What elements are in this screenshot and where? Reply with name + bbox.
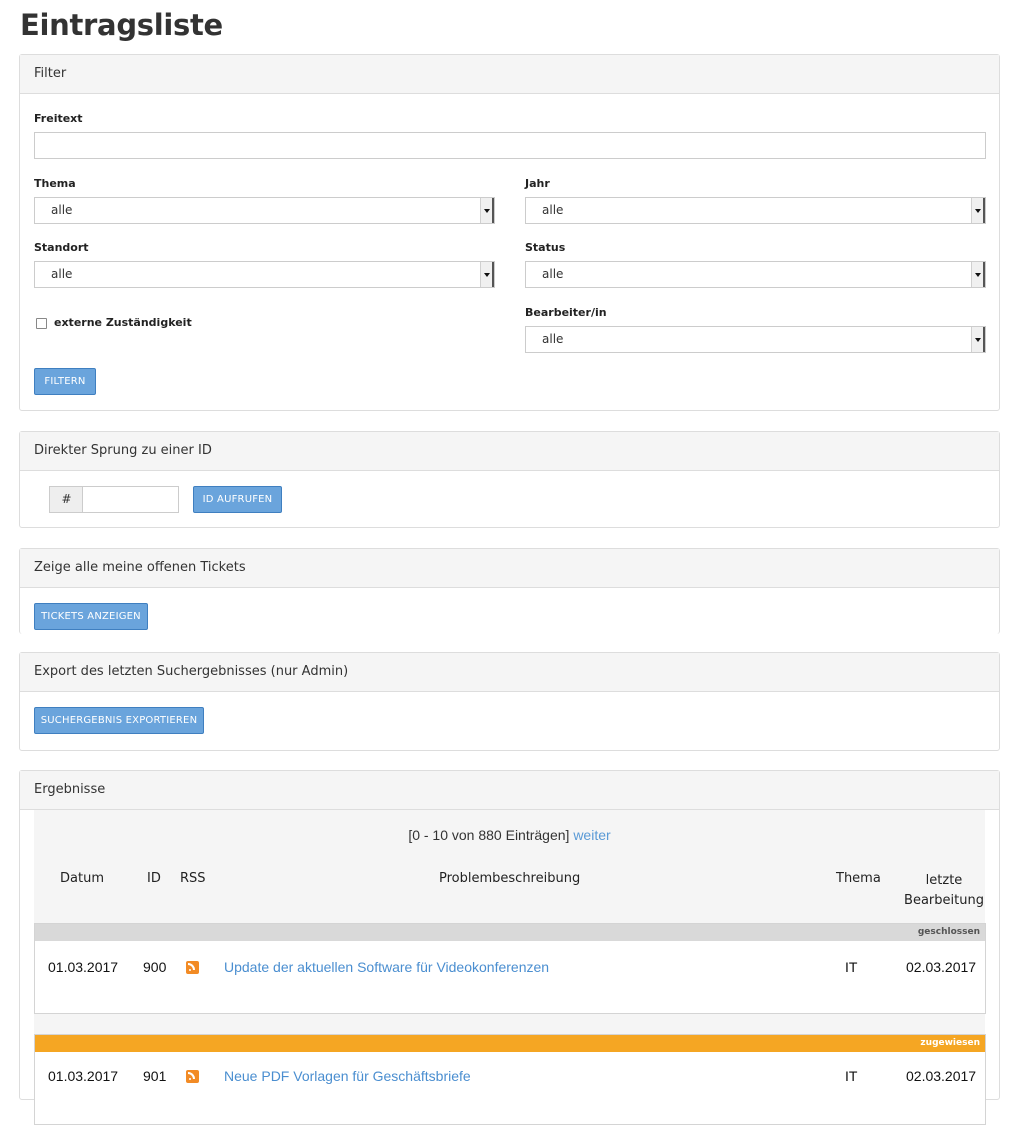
page-title: Eintragsliste bbox=[20, 8, 223, 42]
column-id[interactable]: ID bbox=[147, 871, 161, 886]
status-label: Status bbox=[525, 241, 566, 254]
jahr-select[interactable]: alle bbox=[525, 197, 986, 224]
thema-label: Thema bbox=[34, 177, 76, 190]
bearbeiter-label: Bearbeiter/in bbox=[525, 306, 607, 319]
status-select-value: alle bbox=[542, 267, 564, 281]
standort-select[interactable]: alle bbox=[34, 261, 495, 288]
export-panel-heading: Export des letzten Suchergebnisses (nur … bbox=[20, 653, 999, 692]
row-datum: 01.03.2017 bbox=[48, 1068, 119, 1084]
rss-icon[interactable] bbox=[186, 961, 199, 974]
thema-select[interactable]: alle bbox=[34, 197, 495, 224]
table-row[interactable]: geschlossen 01.03.2017 900 Update der ak… bbox=[34, 923, 986, 1014]
chevron-down-icon bbox=[971, 198, 985, 223]
filter-panel-heading: Filter bbox=[20, 55, 999, 94]
filter-panel: Filter Freitext Thema alle Jahr alle Sta… bbox=[19, 54, 1000, 411]
column-letzte-line1: letzte bbox=[925, 873, 963, 888]
export-button[interactable]: SUCHERGEBNIS EXPORTIEREN bbox=[34, 707, 204, 734]
bearbeiter-select[interactable]: alle bbox=[525, 326, 986, 353]
column-datum[interactable]: Datum bbox=[60, 871, 104, 886]
jahr-label: Jahr bbox=[525, 177, 550, 190]
chevron-down-icon bbox=[971, 262, 985, 287]
row-datum: 01.03.2017 bbox=[48, 959, 119, 975]
filter-button[interactable]: FILTERN bbox=[34, 368, 96, 395]
row-letzte-bearbeitung: 02.03.2017 bbox=[906, 959, 977, 975]
export-panel: Export des letzten Suchergebnisses (nur … bbox=[19, 652, 1000, 751]
row-problem-link[interactable]: Update der aktuellen Software für Videok… bbox=[224, 959, 549, 975]
row-problem-link[interactable]: Neue PDF Vorlagen für Geschäftsbriefe bbox=[224, 1068, 471, 1084]
tickets-anzeigen-button[interactable]: TICKETS ANZEIGEN bbox=[34, 603, 148, 630]
jahr-select-value: alle bbox=[542, 203, 564, 217]
pager-next-link[interactable]: weiter bbox=[573, 827, 610, 843]
row-id: 900 bbox=[143, 959, 167, 975]
column-problembeschreibung[interactable]: Problembeschreibung bbox=[439, 871, 580, 886]
jump-panel-heading: Direkter Sprung zu einer ID bbox=[20, 432, 999, 471]
row-thema: IT bbox=[845, 959, 858, 975]
pager: [0 - 10 von 880 Einträgen] weiter bbox=[34, 827, 985, 843]
thema-select-value: alle bbox=[51, 203, 73, 217]
row-id: 901 bbox=[143, 1068, 167, 1084]
column-thema[interactable]: Thema bbox=[836, 871, 881, 886]
status-badge: geschlossen bbox=[35, 924, 985, 941]
id-input[interactable] bbox=[82, 486, 179, 513]
column-letzte-line2: Bearbeitung bbox=[904, 893, 984, 908]
status-select[interactable]: alle bbox=[525, 261, 986, 288]
freitext-label: Freitext bbox=[34, 112, 83, 125]
extern-label[interactable]: externe Zuständigkeit bbox=[54, 316, 192, 329]
id-aufrufen-button[interactable]: ID AUFRUFEN bbox=[193, 486, 282, 513]
extern-checkbox[interactable] bbox=[36, 318, 47, 329]
standort-select-value: alle bbox=[51, 267, 73, 281]
rss-icon[interactable] bbox=[186, 1070, 199, 1083]
status-badge: zugewiesen bbox=[35, 1035, 985, 1052]
pager-text: [0 - 10 von 880 Einträgen] bbox=[408, 827, 570, 843]
chevron-down-icon bbox=[480, 262, 494, 287]
results-panel-heading: Ergebnisse bbox=[20, 771, 999, 810]
row-thema: IT bbox=[845, 1068, 858, 1084]
hash-addon: # bbox=[49, 486, 83, 513]
standort-label: Standort bbox=[34, 241, 89, 254]
row-letzte-bearbeitung: 02.03.2017 bbox=[906, 1068, 977, 1084]
column-letzte-bearbeitung[interactable]: letzte Bearbeitung bbox=[898, 871, 990, 911]
column-rss: RSS bbox=[180, 871, 206, 886]
tickets-panel-heading: Zeige alle meine offenen Tickets bbox=[20, 549, 999, 588]
jump-panel: Direkter Sprung zu einer ID # ID AUFRUFE… bbox=[19, 431, 1000, 528]
chevron-down-icon bbox=[971, 327, 985, 352]
chevron-down-icon bbox=[480, 198, 494, 223]
tickets-panel: Zeige alle meine offenen Tickets TICKETS… bbox=[19, 548, 1000, 634]
results-panel: Ergebnisse [0 - 10 von 880 Einträgen] we… bbox=[19, 770, 1000, 1125]
bearbeiter-select-value: alle bbox=[542, 332, 564, 346]
freitext-input[interactable] bbox=[34, 132, 986, 159]
